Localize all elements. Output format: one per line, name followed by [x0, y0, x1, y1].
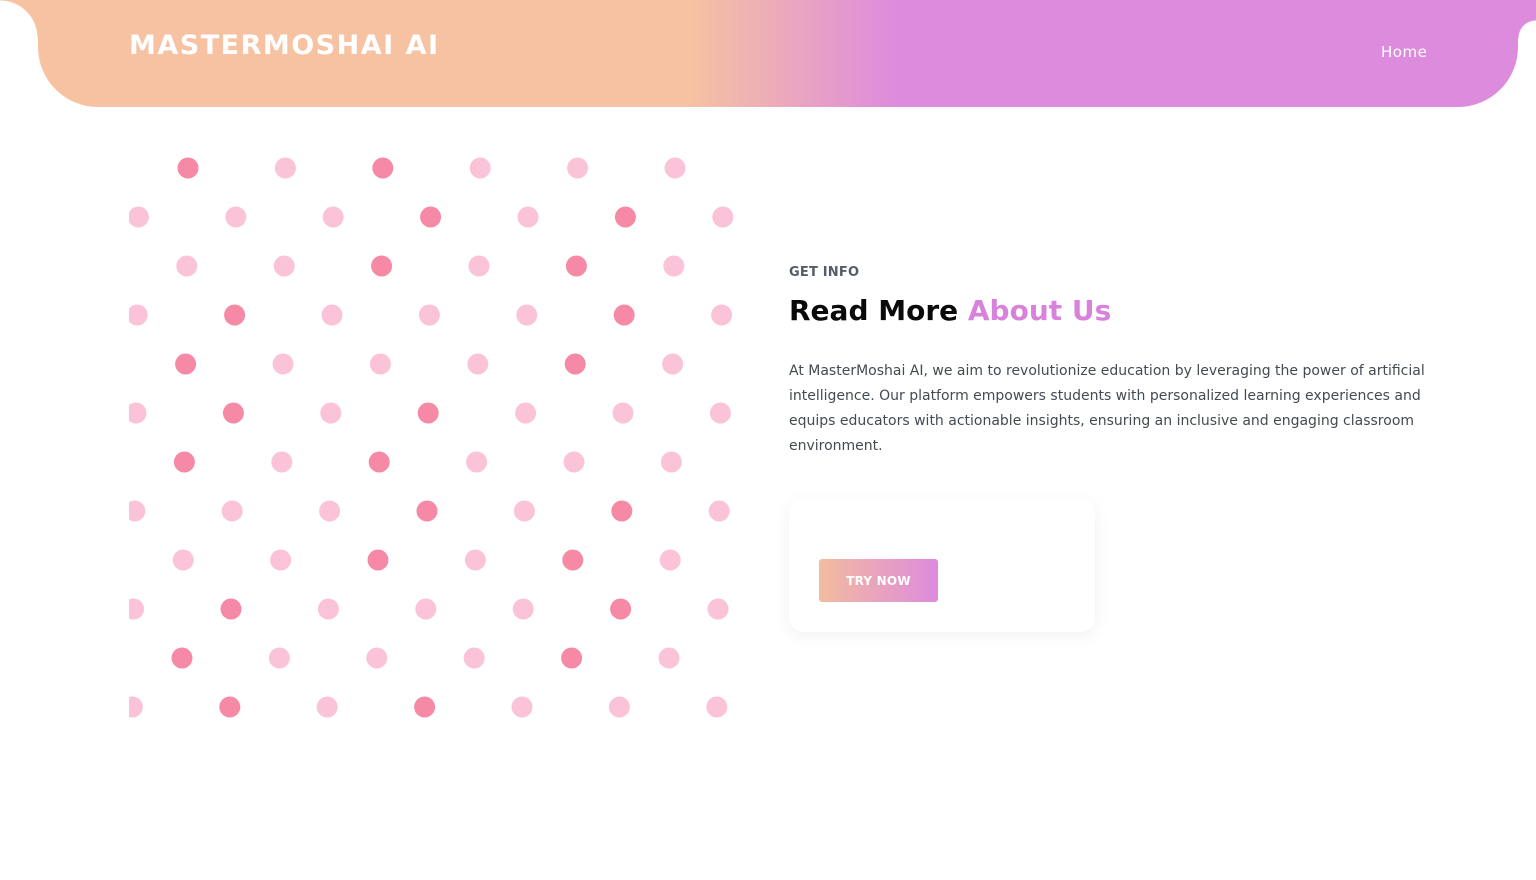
pattern-dot — [219, 696, 241, 718]
pattern-dot — [372, 157, 394, 179]
pattern-dot — [467, 353, 489, 375]
cta-card: TRY NOW — [789, 499, 1095, 632]
pattern-dot — [273, 255, 295, 277]
pattern-dot — [512, 598, 534, 620]
pattern-dot — [662, 353, 684, 375]
pattern-dot — [612, 402, 634, 424]
pattern-dot — [321, 304, 343, 326]
pattern-dot — [712, 206, 734, 228]
pattern-dot — [272, 353, 294, 375]
pattern-dot — [517, 206, 539, 228]
nav-home-link[interactable]: Home — [1381, 43, 1427, 61]
pattern-dot — [563, 451, 585, 473]
pattern-dot — [664, 157, 686, 179]
pattern-dot — [221, 500, 243, 522]
pattern-dot — [708, 500, 730, 522]
pattern-dot — [225, 206, 247, 228]
pattern-dot — [368, 451, 390, 473]
pattern-dot — [420, 206, 442, 228]
pattern-dot — [172, 549, 194, 571]
pattern-dot — [224, 304, 246, 326]
pattern-dot — [711, 304, 733, 326]
header-corner-right — [1518, 0, 1536, 38]
pattern-dot — [466, 451, 488, 473]
pattern-dot — [271, 451, 293, 473]
pattern-dot — [565, 255, 587, 277]
pattern-dot — [416, 500, 438, 522]
pattern-dot — [516, 304, 538, 326]
pattern-dot — [659, 549, 681, 571]
pattern-dot — [367, 549, 389, 571]
pattern-dot — [658, 647, 680, 669]
pattern-dot — [369, 353, 391, 375]
pattern-dot — [417, 402, 439, 424]
header-corner-left — [0, 0, 38, 38]
pattern-dot — [567, 157, 589, 179]
pattern-dot — [561, 647, 583, 669]
pattern-dot — [268, 647, 290, 669]
pattern-dot — [469, 157, 491, 179]
pattern-dot — [511, 696, 533, 718]
pattern-dot — [608, 696, 630, 718]
pattern-dot — [317, 598, 339, 620]
pattern-dot — [129, 696, 143, 718]
pattern-dot — [564, 353, 586, 375]
pattern-dot — [610, 598, 632, 620]
pattern-dot — [176, 255, 198, 277]
brand-logo[interactable]: MASTERMOSHAI AI — [129, 30, 440, 61]
pattern-dot — [129, 598, 145, 620]
pattern-dot — [562, 549, 584, 571]
section-title: Read More About Us — [789, 294, 1439, 327]
pattern-dot — [418, 304, 440, 326]
page: MASTERMOSHAI AI Home GET INFO Read More … — [0, 0, 1536, 880]
pattern-dot — [706, 696, 728, 718]
pattern-dot — [513, 500, 535, 522]
pattern-dot — [709, 402, 731, 424]
pattern-dot — [660, 451, 682, 473]
about-description: At MasterMoshai AI, we aim to revolution… — [789, 363, 1425, 454]
site-header: MASTERMOSHAI AI Home — [0, 0, 1536, 107]
pattern-dot — [515, 402, 537, 424]
pattern-dot — [613, 304, 635, 326]
pattern-dot — [320, 402, 342, 424]
pattern-dot — [468, 255, 490, 277]
pattern-dot — [316, 696, 338, 718]
pattern-dot — [611, 500, 633, 522]
try-now-button[interactable]: TRY NOW — [819, 559, 938, 602]
title-accent: About Us — [967, 294, 1112, 327]
pattern-dot — [129, 304, 148, 326]
pattern-dot — [173, 451, 195, 473]
pattern-dot — [414, 696, 436, 718]
pattern-dot — [270, 549, 292, 571]
pattern-dot — [129, 402, 147, 424]
pattern-dot — [129, 500, 146, 522]
pattern-dot — [464, 549, 486, 571]
pattern-dot — [707, 598, 729, 620]
pattern-dot — [175, 353, 197, 375]
pattern-dot — [415, 598, 437, 620]
section-kicker: GET INFO — [789, 265, 860, 280]
pattern-dot — [177, 157, 199, 179]
pattern-dot — [171, 647, 193, 669]
pattern-dot — [614, 206, 636, 228]
pattern-dot — [463, 647, 485, 669]
pattern-dot — [366, 647, 388, 669]
about-section: GET INFO Read More About Us At MasterMos… — [789, 265, 1439, 459]
pattern-dot — [663, 255, 685, 277]
pattern-dot — [371, 255, 393, 277]
pattern-dot — [322, 206, 344, 228]
pattern-dot — [220, 598, 242, 620]
dots-pattern-icon — [129, 157, 734, 718]
pattern-dot — [319, 500, 341, 522]
pattern-dot — [274, 157, 296, 179]
pattern-dot — [222, 402, 244, 424]
title-plain: Read More — [789, 294, 968, 327]
pattern-dot — [129, 206, 149, 228]
